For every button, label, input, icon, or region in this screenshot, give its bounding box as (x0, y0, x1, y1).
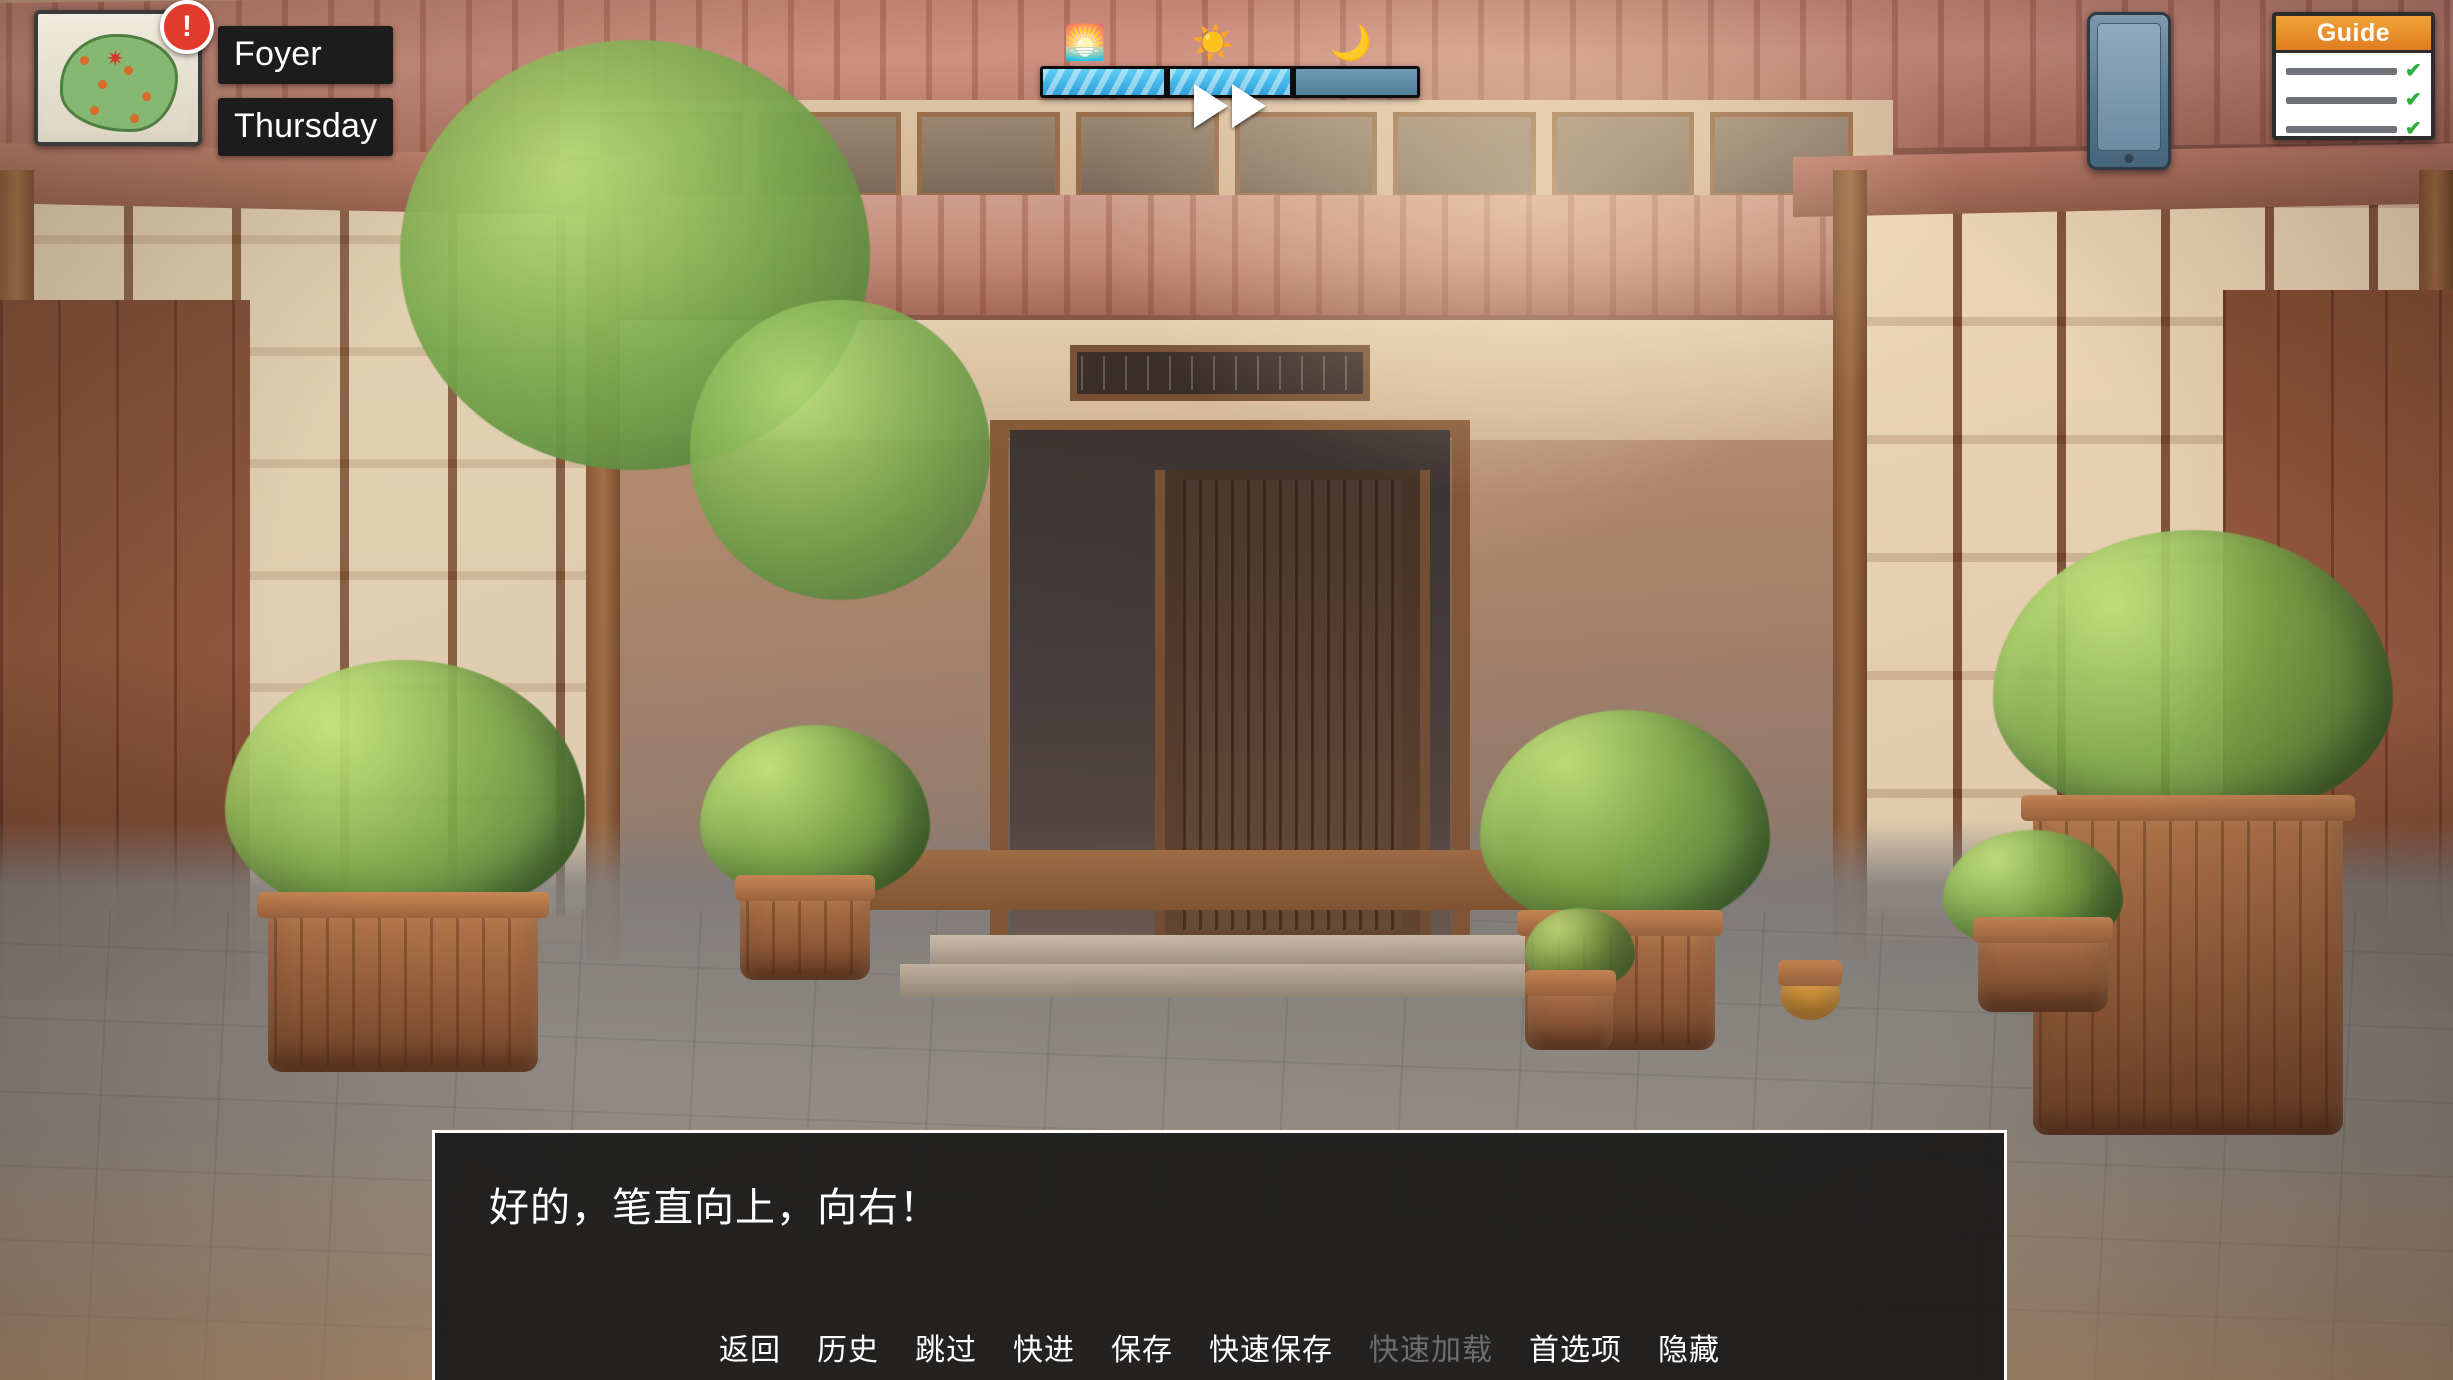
menu-item-hide[interactable]: 隐藏 (1658, 1336, 1720, 1366)
transom-window (1070, 345, 1370, 401)
check-icon: ✔ (2405, 89, 2422, 111)
check-icon: ✔ (2405, 118, 2422, 140)
menu-item-history[interactable]: 历史 (817, 1336, 879, 1366)
guide-line (2286, 125, 2397, 133)
moon-icon: 🌙 (1329, 24, 1373, 62)
guide-row: ✔ (2286, 118, 2423, 140)
hud-top-left: ✷ ! Foyer Thursday (34, 0, 394, 156)
guide-title: Guide (2276, 16, 2431, 53)
map-marker-icon: ✷ (106, 46, 125, 71)
hall-step-upper (930, 935, 1530, 965)
menu-item-save[interactable]: 保存 (1111, 1336, 1173, 1366)
map-button[interactable]: ✷ ! (34, 0, 214, 146)
map-dot (90, 106, 99, 115)
hud-label-stack: Foyer Thursday (218, 10, 394, 156)
dialogue-box[interactable]: 好的，笔直向上，向右！ 返回 历史 跳过 快进 保存 快速保存 快速加载 首选项… (432, 1130, 2007, 1380)
fast-forward-button[interactable] (1194, 84, 1266, 128)
phone-button[interactable] (2087, 12, 2171, 170)
decor-sphere (1777, 960, 1843, 1020)
menu-item-back[interactable]: 返回 (719, 1336, 781, 1366)
hall-step-lower (900, 964, 1560, 998)
dialogue-menu: 返回 历史 跳过 快进 保存 快速保存 快速加载 首选项 隐藏 (435, 1336, 2004, 1366)
phone-screen (2097, 23, 2161, 151)
planter-right-far (1972, 917, 2114, 1012)
guide-line (2286, 96, 2397, 104)
sun-icon: ☀️ (1191, 24, 1235, 62)
dialogue-text: 好的，笔直向上，向右！ (489, 1186, 940, 1230)
location-label: Foyer (218, 26, 394, 84)
sunrise-icon: 🌅 (1063, 24, 1107, 62)
menu-item-preferences[interactable]: 首选项 (1529, 1336, 1622, 1366)
guide-line (2286, 67, 2397, 75)
alert-badge-icon: ! (160, 0, 214, 54)
map-dot (80, 56, 89, 65)
map-dot (142, 92, 151, 101)
guide-checklist: ✔ ✔ ✔ ✔ (2276, 53, 2431, 140)
time-segment-night (1296, 69, 1418, 95)
menu-item-quick-save[interactable]: 快速保存 (1209, 1336, 1333, 1366)
time-segment-morning (1043, 69, 1164, 95)
fast-forward-icon (1232, 84, 1266, 128)
guide-row: ✔ (2286, 61, 2423, 81)
planter-right-small (1524, 970, 1617, 1050)
map-dot (124, 66, 133, 75)
planter-left-small (734, 875, 876, 980)
planter-left-large (257, 892, 549, 1072)
map-dot (98, 80, 107, 89)
fast-forward-icon (1194, 84, 1228, 128)
check-icon: ✔ (2405, 60, 2422, 82)
time-icons: 🌅 ☀️ 🌙 (1040, 22, 1420, 66)
menu-item-quick-load: 快速加载 (1369, 1334, 1493, 1367)
time-of-day-bar: 🌅 ☀️ 🌙 (1040, 22, 1420, 128)
guide-row: ✔ (2286, 90, 2423, 110)
menu-item-auto[interactable]: 快进 (1013, 1336, 1075, 1366)
game-screen: ✷ ! Foyer Thursday 🌅 ☀️ 🌙 Guide ✔ ✔ ✔ 好的… (0, 0, 2453, 1380)
menu-item-skip[interactable]: 跳过 (915, 1336, 977, 1366)
tree-canopy-left-lower (690, 300, 990, 600)
map-dot (130, 114, 139, 123)
day-label: Thursday (218, 98, 394, 156)
guide-button[interactable]: Guide ✔ ✔ ✔ ✔ (2272, 12, 2435, 140)
phone-home-icon (2124, 154, 2134, 163)
